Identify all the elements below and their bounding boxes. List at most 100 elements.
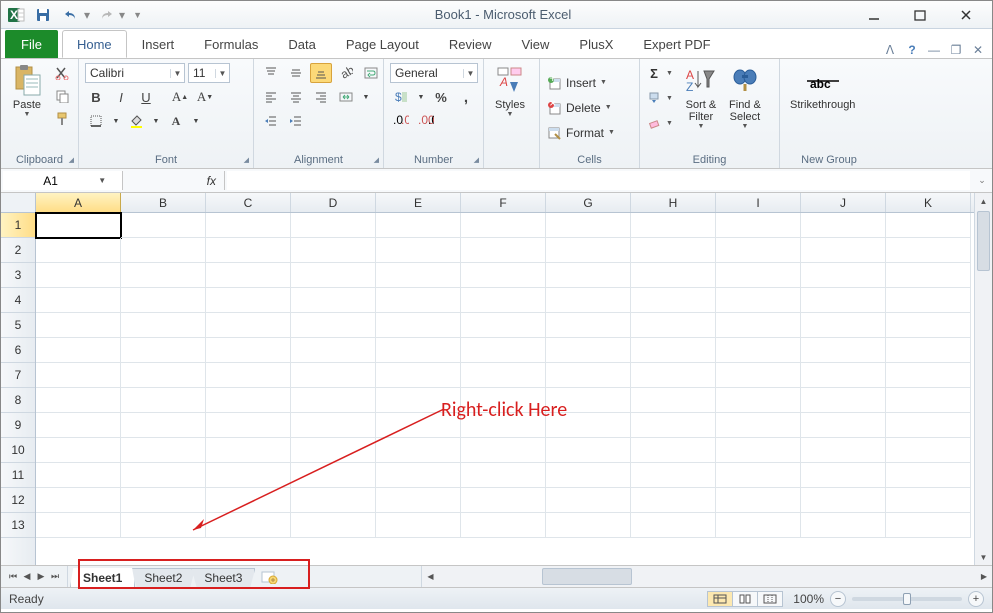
horizontal-scrollbar[interactable]: ◀ ▶ <box>421 566 992 587</box>
cell[interactable] <box>376 213 461 238</box>
align-top-button[interactable] <box>260 63 282 83</box>
cell[interactable] <box>291 363 376 388</box>
row-header[interactable]: 6 <box>1 338 35 363</box>
cell[interactable] <box>291 463 376 488</box>
cell[interactable] <box>631 313 716 338</box>
minimize-button[interactable] <box>854 5 894 25</box>
cell[interactable] <box>121 388 206 413</box>
name-box[interactable]: ▼ <box>3 171 123 190</box>
cut-button[interactable] <box>51 63 73 83</box>
cell[interactable] <box>461 213 546 238</box>
cell[interactable] <box>631 513 716 538</box>
cell[interactable] <box>206 363 291 388</box>
decrease-indent-button[interactable] <box>260 111 282 131</box>
cell[interactable] <box>206 513 291 538</box>
column-header[interactable]: I <box>716 193 801 212</box>
cell[interactable] <box>36 413 121 438</box>
cells[interactable] <box>36 213 974 565</box>
cell[interactable] <box>36 363 121 388</box>
cell[interactable] <box>121 288 206 313</box>
cell[interactable] <box>206 263 291 288</box>
fill-button[interactable]: ▼ <box>646 88 673 108</box>
column-header[interactable]: F <box>461 193 546 212</box>
cell[interactable] <box>716 213 801 238</box>
wrap-text-button[interactable] <box>360 63 382 83</box>
cell[interactable] <box>801 488 886 513</box>
cell[interactable] <box>376 238 461 263</box>
cell[interactable] <box>376 263 461 288</box>
column-header[interactable]: J <box>801 193 886 212</box>
cell[interactable] <box>886 263 971 288</box>
cell[interactable] <box>716 413 801 438</box>
row-header[interactable]: 2 <box>1 238 35 263</box>
chevron-down-icon[interactable]: ▼ <box>110 111 122 131</box>
increase-decimal-button[interactable]: .0.00 <box>390 111 412 131</box>
cell[interactable] <box>461 238 546 263</box>
sort-filter-button[interactable]: AZ Sort & Filter ▼ <box>681 63 721 132</box>
format-cells-button[interactable]: Format▼ <box>546 123 615 143</box>
cell[interactable] <box>121 463 206 488</box>
cell[interactable] <box>376 463 461 488</box>
cell[interactable] <box>801 288 886 313</box>
workbook-minimize-icon[interactable]: — <box>926 42 942 58</box>
chevron-down-icon[interactable]: ▾ <box>84 8 90 22</box>
cell[interactable] <box>121 413 206 438</box>
cell[interactable] <box>206 338 291 363</box>
cell[interactable] <box>631 363 716 388</box>
column-header[interactable]: A <box>36 193 121 212</box>
cell[interactable] <box>291 438 376 463</box>
cell[interactable] <box>206 313 291 338</box>
cell[interactable] <box>376 513 461 538</box>
cell[interactable] <box>461 338 546 363</box>
cell[interactable] <box>121 238 206 263</box>
cell[interactable] <box>631 438 716 463</box>
column-header[interactable]: C <box>206 193 291 212</box>
italic-button[interactable]: I <box>110 87 132 107</box>
cell[interactable] <box>121 213 206 238</box>
cell[interactable] <box>206 238 291 263</box>
cell[interactable] <box>121 513 206 538</box>
scroll-left-icon[interactable]: ◀ <box>422 566 438 587</box>
cell[interactable] <box>206 463 291 488</box>
chevron-down-icon[interactable]: ▼ <box>190 111 202 131</box>
cell[interactable] <box>36 388 121 413</box>
minimize-ribbon-icon[interactable]: ᐱ <box>882 42 898 58</box>
cell[interactable] <box>886 363 971 388</box>
orientation-button[interactable]: ab <box>335 63 357 83</box>
scroll-down-icon[interactable]: ▼ <box>975 549 992 565</box>
insert-cells-button[interactable]: + Insert▼ <box>546 73 607 93</box>
column-header[interactable]: D <box>291 193 376 212</box>
sheet-last-icon[interactable]: ⏭ <box>49 571 61 582</box>
cell[interactable] <box>291 313 376 338</box>
cell[interactable] <box>631 388 716 413</box>
sheet-prev-icon[interactable]: ◀ <box>21 571 33 582</box>
chevron-down-icon[interactable]: ▼ <box>98 176 112 185</box>
align-center-button[interactable] <box>285 87 307 107</box>
cell[interactable] <box>376 288 461 313</box>
cell[interactable] <box>291 288 376 313</box>
sheet-tab-2[interactable]: Sheet2 <box>131 568 195 587</box>
scroll-right-icon[interactable]: ▶ <box>976 566 992 587</box>
delete-cells-button[interactable]: × Delete▼ <box>546 98 612 118</box>
cell[interactable] <box>36 288 121 313</box>
autosum-button[interactable]: Σ▼ <box>646 63 673 83</box>
cell[interactable] <box>36 263 121 288</box>
cell[interactable] <box>36 463 121 488</box>
cell[interactable] <box>716 388 801 413</box>
normal-view-button[interactable] <box>707 591 733 607</box>
cell[interactable] <box>36 338 121 363</box>
cell[interactable] <box>716 338 801 363</box>
row-header[interactable]: 9 <box>1 413 35 438</box>
chevron-down-icon[interactable]: ▼ <box>415 87 427 107</box>
cell[interactable] <box>716 513 801 538</box>
column-header[interactable]: G <box>546 193 631 212</box>
cell[interactable] <box>546 513 631 538</box>
cell[interactable] <box>36 438 121 463</box>
cell[interactable] <box>801 438 886 463</box>
find-select-button[interactable]: Find & Select ▼ <box>725 63 765 132</box>
cell[interactable] <box>291 238 376 263</box>
row-header[interactable]: 3 <box>1 263 35 288</box>
cell[interactable] <box>121 488 206 513</box>
format-painter-button[interactable] <box>51 109 73 129</box>
scroll-up-icon[interactable]: ▲ <box>975 193 992 209</box>
